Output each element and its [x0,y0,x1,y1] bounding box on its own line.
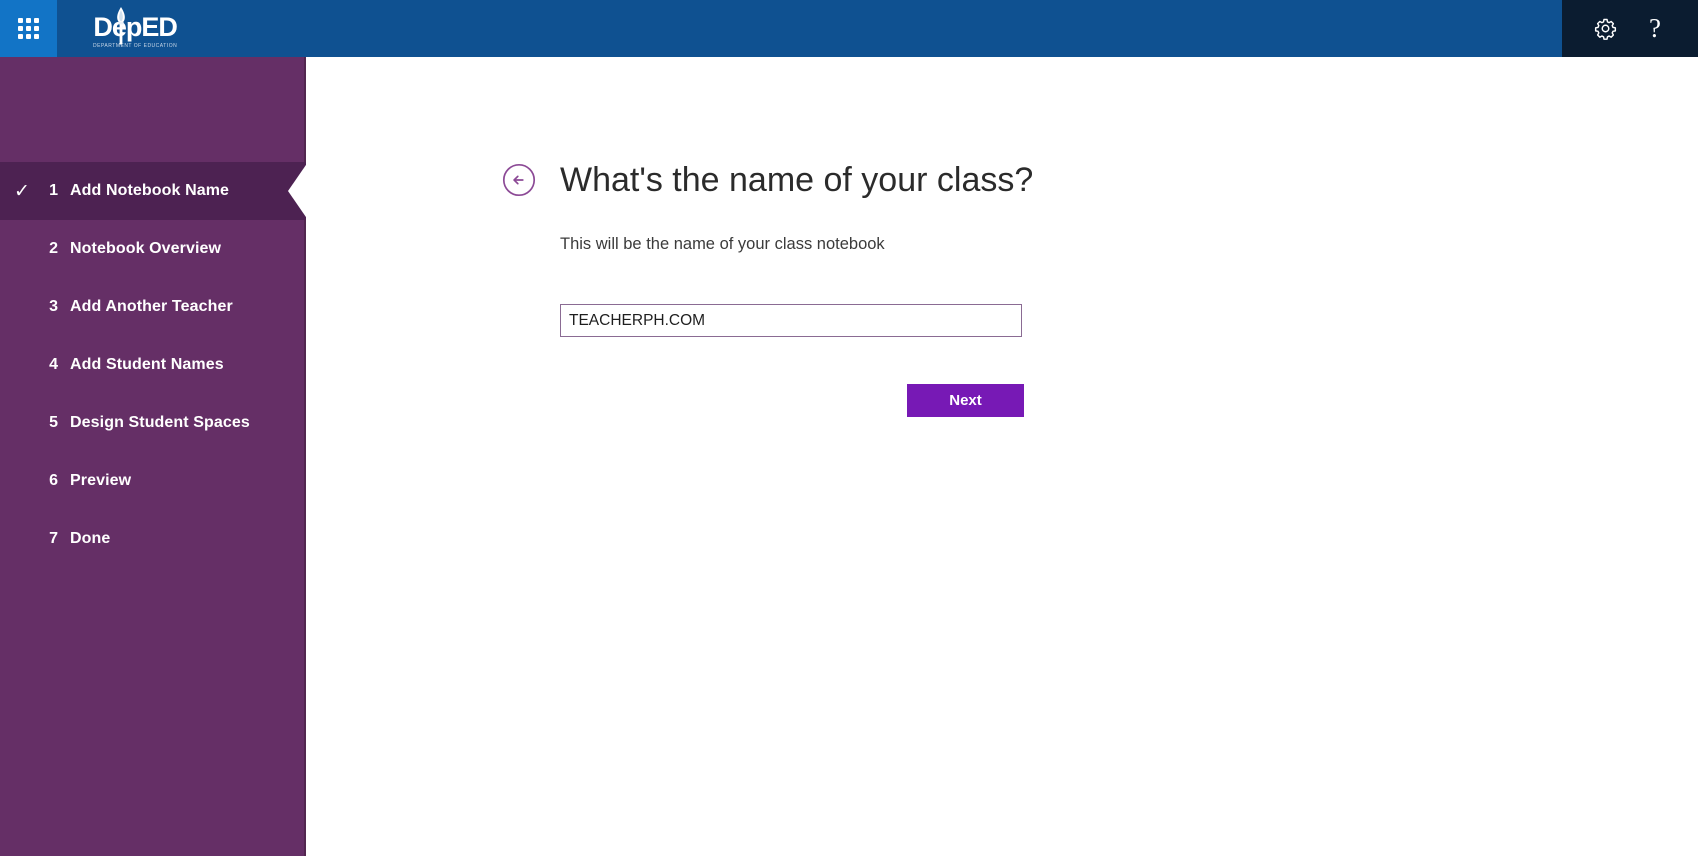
step-number: 1 [49,182,58,199]
step-label: Notebook Overview [70,240,222,257]
step-label: Add Student Names [70,356,224,373]
page-title: What's the name of your class? [560,161,1034,199]
next-button[interactable]: Next [907,384,1024,417]
sidebar-item-add-notebook-name[interactable]: ✓ 1 Add Notebook Name [0,162,308,220]
help-button[interactable]: ? [1630,0,1680,57]
step-number: 2 [49,240,58,257]
sidebar-item-design-student-spaces[interactable]: 5 Design Student Spaces [0,394,306,452]
notebook-name-input[interactable] [560,304,1022,337]
step-number: 5 [49,414,58,431]
page-subtitle: This will be the name of your class note… [560,235,885,253]
step-number: 3 [49,298,58,315]
brand-logo: DepED DEPARTMENT OF EDUCATION [93,0,178,57]
main-content: What's the name of your class? This will… [308,57,1698,856]
active-step-pointer [288,162,308,220]
gear-icon [1594,18,1616,40]
help-label: ? [1649,13,1661,43]
sidebar-item-add-student-names[interactable]: 4 Add Student Names [0,336,306,394]
step-list: ✓ 1 Add Notebook Name 2 Notebook Overvie… [0,162,308,568]
page-header: What's the name of your class? [501,162,1033,198]
back-button[interactable] [501,162,537,198]
step-label: Done [70,530,111,547]
step-label: Preview [70,472,132,489]
sidebar-item-add-another-teacher[interactable]: 3 Add Another Teacher [0,278,306,336]
sidebar-item-notebook-overview[interactable]: 2 Notebook Overview [0,220,306,278]
sidebar: ✓ 1 Add Notebook Name 2 Notebook Overvie… [0,57,308,856]
step-number: 6 [49,472,58,489]
top-app-bar: DepED DEPARTMENT OF EDUCATION ? [0,0,1698,57]
step-label: Design Student Spaces [70,414,250,431]
brand-tagline: DEPARTMENT OF EDUCATION [93,43,178,49]
brand-name: DepED [93,12,178,42]
step-label: Add Notebook Name [70,182,230,199]
topbar-actions: ? [1562,0,1698,57]
step-number: 4 [49,356,58,373]
step-label: Add Another Teacher [70,298,233,315]
step-number: 7 [49,530,58,547]
app-launcher-button[interactable] [0,0,57,57]
check-icon: ✓ [14,180,30,202]
back-arrow-circle-icon [502,163,536,197]
waffle-grid-icon [18,18,39,39]
sidebar-item-preview[interactable]: 6 Preview [0,452,306,510]
sidebar-item-done[interactable]: 7 Done [0,510,306,568]
settings-button[interactable] [1580,0,1630,57]
